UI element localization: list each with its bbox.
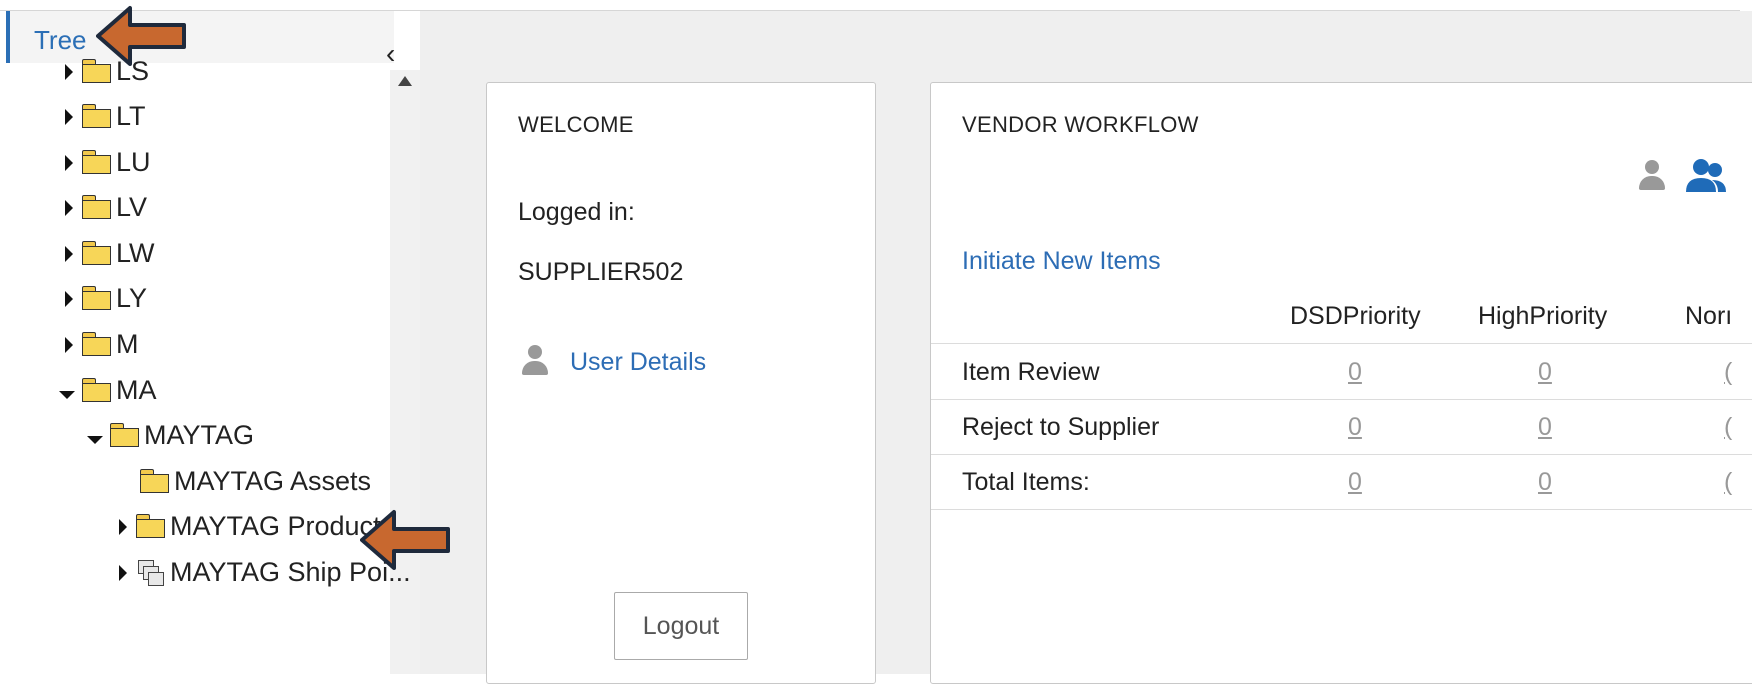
folder-icon: [140, 469, 170, 493]
table-divider: [931, 509, 1752, 510]
row-label-item-review: Item Review: [962, 358, 1100, 386]
user-details-link[interactable]: User Details: [570, 348, 706, 377]
tree-item-label: LW: [116, 237, 155, 268]
tree-item-label: LV: [116, 191, 148, 222]
count-link[interactable]: (: [1724, 468, 1732, 497]
count-link[interactable]: 0: [1538, 468, 1552, 497]
tree-item-label: MA: [116, 374, 157, 405]
folder-icon: [82, 150, 112, 174]
count-link[interactable]: 0: [1348, 468, 1362, 497]
column-header-highpriority: HighPriority: [1478, 302, 1608, 330]
tree-item-label: M: [116, 328, 139, 359]
group-users-icon[interactable]: [1684, 158, 1728, 198]
initiate-new-items-link[interactable]: Initiate New Items: [962, 247, 1161, 276]
expand-arrow-icon[interactable]: [56, 329, 82, 360]
folder-icon: [82, 195, 112, 219]
collapse-arrow-icon[interactable]: [80, 420, 110, 451]
expand-arrow-icon[interactable]: [56, 56, 82, 87]
tree-item-label: LU: [116, 146, 151, 177]
expand-arrow-icon[interactable]: [56, 238, 82, 269]
column-header-dsdpriority: DSDPriority: [1290, 302, 1421, 330]
count-link[interactable]: 0: [1538, 358, 1552, 387]
tree-item-lt[interactable]: LT: [56, 96, 146, 136]
collapse-panel-button[interactable]: ‹: [386, 40, 406, 68]
expand-arrow-icon[interactable]: [56, 283, 82, 314]
logout-button[interactable]: Logout: [614, 592, 748, 660]
expand-arrow-icon[interactable]: [110, 511, 136, 542]
tree-item-label: MAYTAG: [144, 419, 255, 450]
tree-item-maytag-products[interactable]: MAYTAG Products: [110, 506, 394, 546]
tree-item-lw[interactable]: LW: [56, 233, 155, 273]
folder-icon: [82, 332, 112, 356]
folder-icon: [110, 423, 140, 447]
collapse-arrow-icon[interactable]: [52, 375, 82, 406]
count-link[interactable]: 0: [1538, 413, 1552, 442]
column-header-normal: Norı: [1685, 302, 1733, 330]
user-icon: [520, 345, 550, 381]
tree-item-label: LY: [116, 282, 148, 313]
count-link[interactable]: (: [1724, 358, 1732, 387]
count-link[interactable]: 0: [1348, 358, 1362, 387]
expand-arrow-icon[interactable]: [56, 192, 82, 223]
ship-points-icon: [136, 558, 166, 586]
workflow-title: VENDOR WORKFLOW: [962, 112, 1199, 137]
folder-icon: [136, 514, 166, 538]
folder-icon: [82, 104, 112, 128]
scroll-up-arrow-icon[interactable]: [398, 76, 412, 86]
row-label-reject-to-supplier: Reject to Supplier: [962, 413, 1160, 441]
tree-item-label: MAYTAG Assets: [174, 465, 372, 496]
tree-item-lu[interactable]: LU: [56, 142, 151, 182]
welcome-title: WELCOME: [518, 112, 634, 137]
tree-item-ly[interactable]: LY: [56, 278, 147, 318]
tree-item-ma[interactable]: MA: [52, 370, 157, 410]
expand-arrow-icon[interactable]: [56, 147, 82, 178]
logged-in-label: Logged in:: [518, 198, 635, 226]
single-user-icon[interactable]: [1637, 160, 1667, 196]
table-divider: [931, 343, 1752, 344]
tree-item-label: LT: [116, 100, 146, 131]
expand-arrow-icon[interactable]: [110, 557, 136, 588]
tree-item-lv[interactable]: LV: [56, 187, 147, 227]
tree-item-maytag-assets[interactable]: MAYTAG Assets: [140, 461, 371, 501]
row-label-total-items: Total Items:: [962, 468, 1090, 496]
tree-item-m[interactable]: M: [56, 324, 139, 364]
table-divider: [931, 399, 1752, 400]
folder-icon: [82, 241, 112, 265]
count-link[interactable]: (: [1724, 413, 1732, 442]
expand-arrow-icon[interactable]: [56, 101, 82, 132]
annotation-arrow-icon: [360, 510, 450, 570]
table-divider: [931, 454, 1752, 455]
count-link[interactable]: 0: [1348, 413, 1362, 442]
folder-icon: [82, 378, 112, 402]
tree-item-maytag[interactable]: MAYTAG: [80, 415, 254, 455]
username: SUPPLIER502: [518, 258, 684, 286]
folder-icon: [82, 286, 112, 310]
annotation-arrow-icon: [96, 6, 186, 66]
